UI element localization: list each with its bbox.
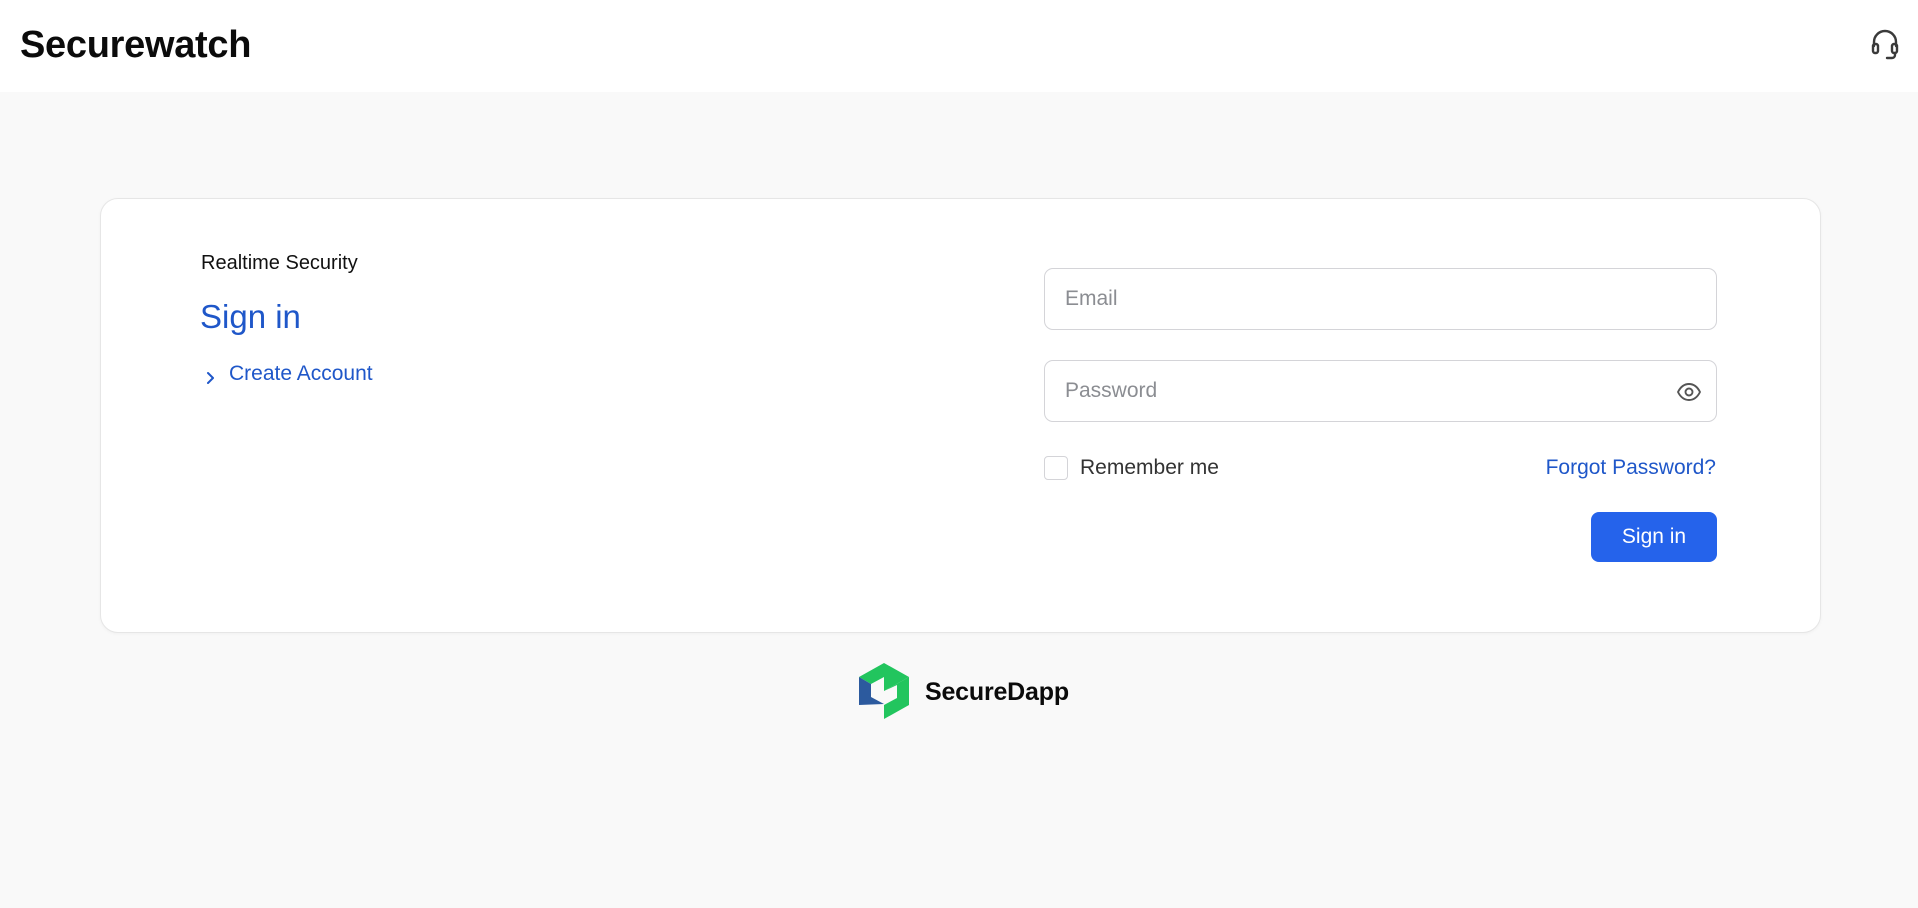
headset-icon[interactable] [1870, 28, 1900, 60]
footer-logo-text: SecureDapp [925, 677, 1069, 706]
password-field[interactable] [1045, 361, 1716, 421]
remember-me-toggle[interactable]: Remember me [1044, 456, 1219, 480]
email-field-wrapper [1044, 268, 1717, 330]
brand-title: Securewatch [20, 24, 252, 66]
eye-icon[interactable] [1676, 380, 1702, 404]
password-field-wrapper [1044, 360, 1717, 422]
securedapp-logo-icon [853, 661, 915, 723]
eyebrow-text: Realtime Security [201, 252, 358, 274]
remember-me-label: Remember me [1080, 456, 1219, 479]
page-title: Sign in [200, 298, 301, 335]
email-field[interactable] [1045, 269, 1716, 329]
chevron-right-icon [203, 367, 217, 384]
remember-me-checkbox[interactable] [1044, 456, 1068, 480]
footer-logo: SecureDapp [853, 661, 1069, 723]
create-account-label: Create Account [229, 362, 373, 385]
forgot-password-link[interactable]: Forgot Password? [1546, 456, 1716, 480]
sign-in-card: Realtime Security Sign in Create Account… [100, 198, 1821, 633]
create-account-link[interactable]: Create Account [203, 360, 373, 388]
top-bar: Securewatch [0, 0, 1918, 92]
sign-in-button[interactable]: Sign in [1591, 512, 1717, 562]
